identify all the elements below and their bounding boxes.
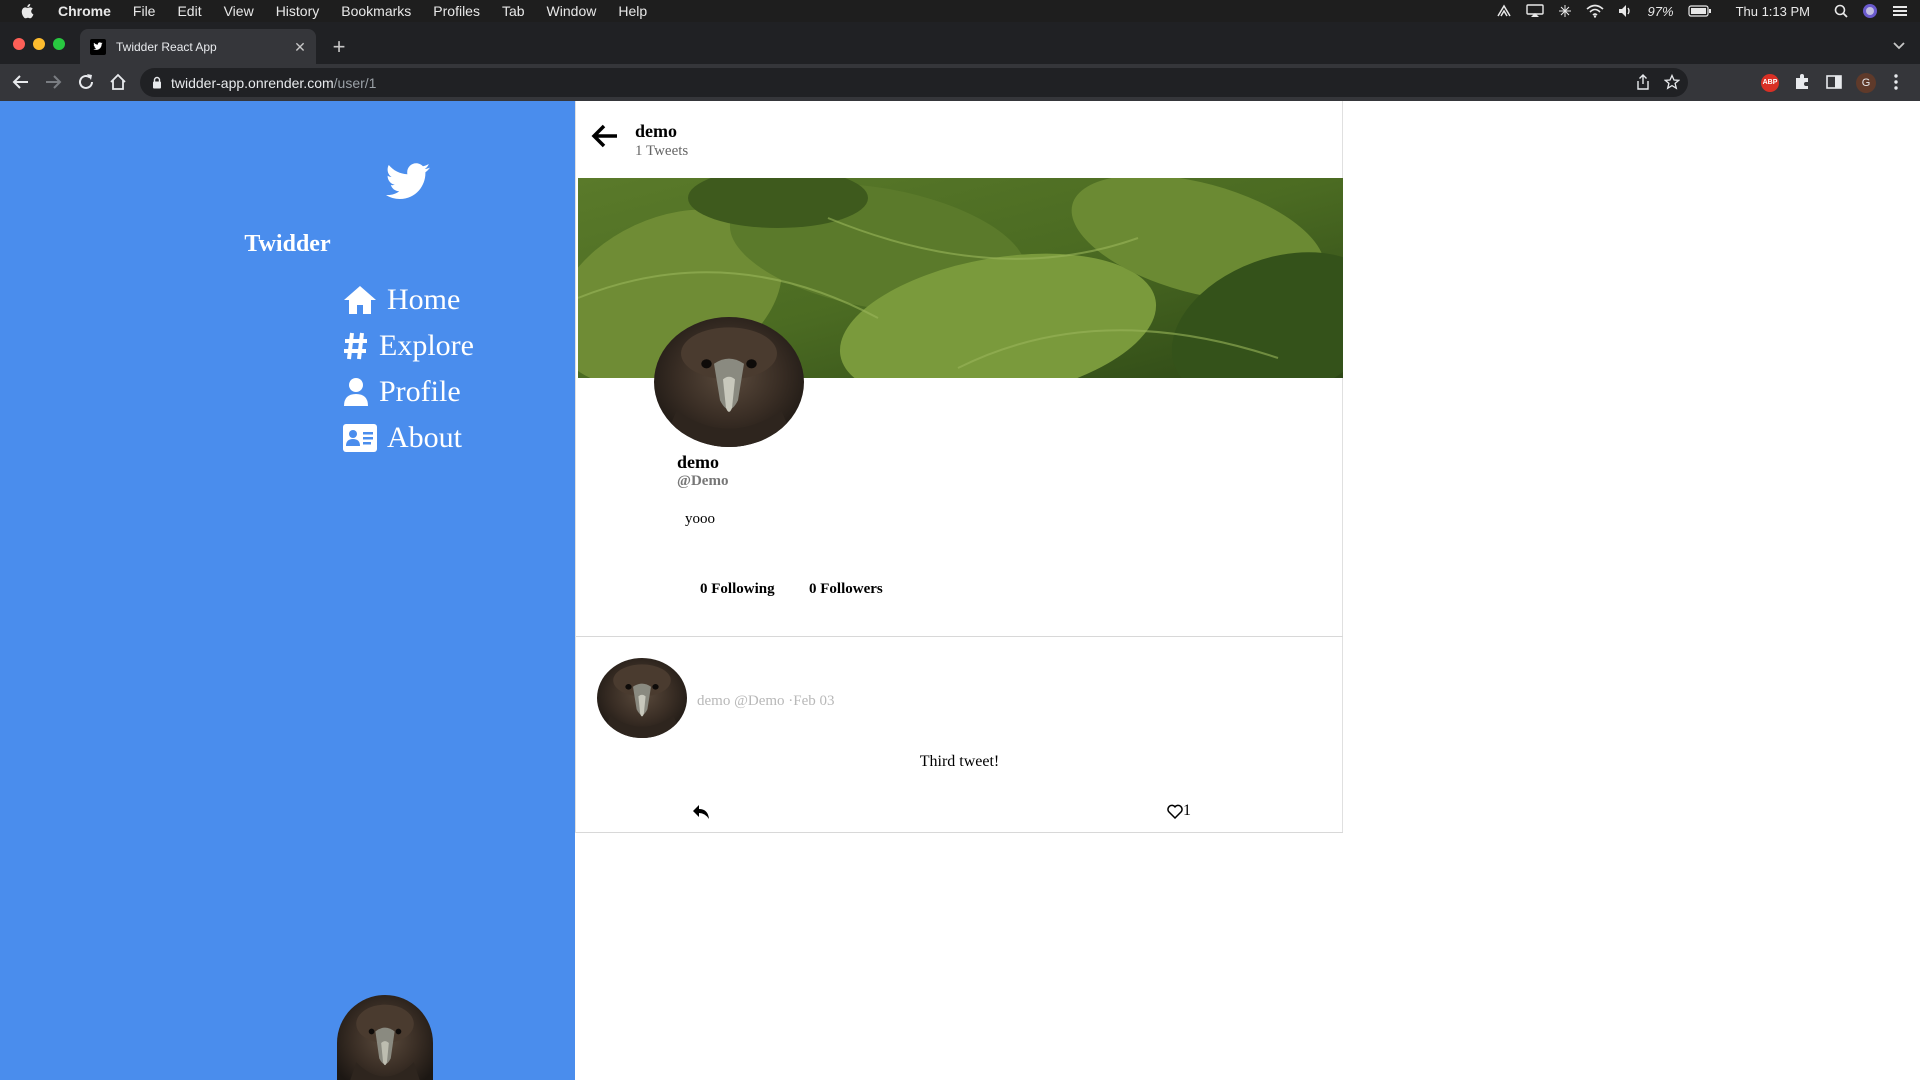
menu-view[interactable]: View bbox=[224, 3, 254, 19]
side-panel-icon[interactable] bbox=[1825, 73, 1843, 91]
apple-icon[interactable] bbox=[20, 3, 34, 19]
profile-bio: yooo bbox=[685, 511, 715, 527]
extensions-puzzle-icon[interactable] bbox=[1793, 73, 1811, 91]
menu-tab[interactable]: Tab bbox=[502, 3, 525, 19]
volume-icon[interactable] bbox=[1618, 4, 1634, 18]
nav-about[interactable]: About bbox=[343, 421, 462, 455]
heart-icon bbox=[1167, 804, 1183, 819]
profile-divider bbox=[576, 636, 1343, 637]
browser-toolbar: twidder-app.onrender.com/user/1 ABP G bbox=[0, 64, 1920, 101]
tweet-text: Third tweet! bbox=[919, 753, 1000, 770]
brand-name: Twidder bbox=[244, 231, 331, 257]
chrome-profile-avatar[interactable]: G bbox=[1856, 73, 1876, 93]
window-zoom-button[interactable] bbox=[53, 38, 65, 50]
creative-cloud-icon[interactable] bbox=[1496, 4, 1512, 18]
menu-window[interactable]: Window bbox=[547, 3, 597, 19]
menubar-clock[interactable]: Thu 1:13 PM bbox=[1736, 4, 1810, 19]
header-username: demo bbox=[635, 121, 677, 141]
browser-tab-strip: Twidder React App ✕ + bbox=[0, 22, 1920, 64]
adblock-extension-icon[interactable]: ABP bbox=[1761, 74, 1779, 92]
nav-home[interactable]: Home bbox=[343, 283, 460, 317]
reply-icon[interactable] bbox=[692, 804, 710, 820]
browser-tab-active[interactable]: Twidder React App ✕ bbox=[80, 29, 316, 64]
nav-profile-label: Profile bbox=[379, 375, 461, 408]
home-button-icon[interactable] bbox=[109, 73, 127, 91]
profile-column: demo 1 Tweets demo @Demo yooo 0 Followin… bbox=[575, 101, 1343, 833]
menu-help[interactable]: Help bbox=[618, 3, 647, 19]
menu-edit[interactable]: Edit bbox=[177, 3, 201, 19]
nav-about-label: About bbox=[387, 421, 462, 454]
like-count: 1 bbox=[1183, 802, 1191, 819]
url-host: twidder-app.onrender.com bbox=[171, 74, 334, 91]
menu-file[interactable]: File bbox=[133, 3, 156, 19]
spotlight-search-icon[interactable] bbox=[1834, 4, 1848, 18]
url-path: /user/1 bbox=[333, 74, 377, 91]
siri-icon[interactable] bbox=[1862, 3, 1878, 19]
menu-profiles[interactable]: Profiles bbox=[433, 3, 480, 19]
tweet-author-avatar[interactable] bbox=[597, 658, 687, 738]
tab-title: Twidder React App bbox=[116, 39, 217, 54]
eagle-avatar-image bbox=[597, 658, 687, 738]
lock-icon[interactable] bbox=[152, 76, 162, 89]
chrome-menu-kebab-icon[interactable] bbox=[1893, 73, 1899, 91]
tweet-divider bbox=[576, 832, 1343, 833]
hashtag-icon bbox=[344, 332, 367, 360]
twitter-favicon-icon bbox=[90, 38, 106, 55]
tweet-meta: demo @Demo ·Feb 03 bbox=[697, 693, 835, 709]
share-icon[interactable] bbox=[1636, 74, 1650, 90]
window-minimize-button[interactable] bbox=[33, 38, 45, 50]
profile-display-name: demo bbox=[677, 452, 719, 472]
tab-search-chevron-icon[interactable] bbox=[1892, 38, 1906, 52]
twidder-page: Twidder Home Explore Profile About demo … bbox=[0, 101, 1920, 1080]
new-tab-plus-icon[interactable]: + bbox=[330, 36, 348, 58]
wifi-icon[interactable] bbox=[1586, 4, 1604, 18]
current-user-avatar[interactable] bbox=[337, 995, 433, 1080]
menu-app-name[interactable]: Chrome bbox=[58, 3, 111, 19]
tab-close-icon[interactable]: ✕ bbox=[292, 39, 308, 55]
forward-arrow-icon[interactable] bbox=[44, 73, 62, 91]
address-bar[interactable]: twidder-app.onrender.com/user/1 bbox=[140, 68, 1688, 97]
nav-explore[interactable]: Explore bbox=[343, 329, 474, 363]
menu-history[interactable]: History bbox=[276, 3, 320, 19]
followers-count-link[interactable]: 0 Followers bbox=[809, 581, 883, 598]
menu-bookmarks[interactable]: Bookmarks bbox=[341, 3, 411, 19]
id-card-icon bbox=[343, 424, 377, 452]
sidebar: Twidder Home Explore Profile About bbox=[0, 101, 575, 1080]
following-count-link[interactable]: 0 Following bbox=[700, 581, 775, 598]
macos-menubar: Chrome File Edit View History Bookmarks … bbox=[0, 0, 1920, 22]
header-tweet-count: 1 Tweets bbox=[635, 143, 689, 159]
twitter-bird-logo-icon[interactable] bbox=[384, 163, 432, 203]
control-center-icon[interactable] bbox=[1892, 4, 1908, 18]
battery-percent: 97% bbox=[1647, 3, 1674, 19]
back-arrow-icon[interactable] bbox=[590, 121, 620, 151]
eagle-avatar-image bbox=[654, 317, 804, 447]
battery-icon[interactable] bbox=[1687, 5, 1712, 17]
reload-icon[interactable] bbox=[77, 73, 95, 91]
window-close-button[interactable] bbox=[13, 38, 25, 50]
bookmark-star-icon[interactable] bbox=[1664, 74, 1680, 90]
nav-explore-label: Explore bbox=[379, 329, 474, 362]
user-icon bbox=[344, 378, 368, 406]
back-arrow-icon[interactable] bbox=[12, 73, 30, 91]
eagle-avatar-image bbox=[337, 995, 433, 1080]
profile-avatar[interactable] bbox=[654, 317, 804, 447]
nav-profile[interactable]: Profile bbox=[343, 375, 461, 409]
nav-home-label: Home bbox=[387, 283, 461, 316]
profile-handle: @Demo bbox=[677, 473, 729, 489]
control-icon[interactable] bbox=[1558, 4, 1572, 18]
like-button[interactable]: 1 bbox=[1167, 802, 1191, 820]
home-icon bbox=[344, 286, 376, 314]
airplay-icon[interactable] bbox=[1525, 4, 1544, 18]
